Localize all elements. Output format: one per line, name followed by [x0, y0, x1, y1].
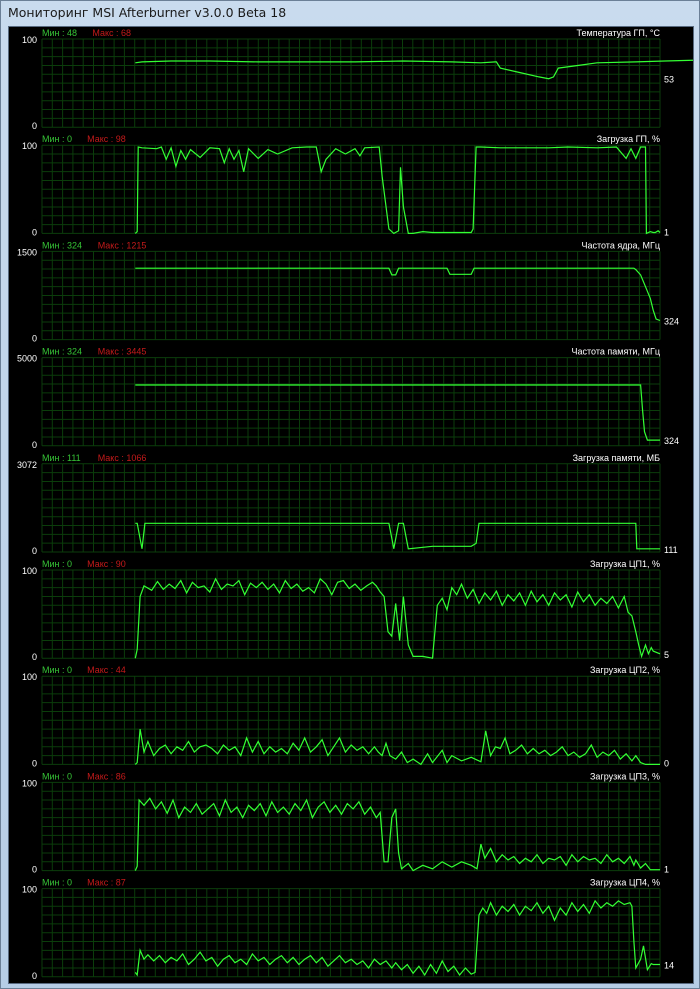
graph-current-value: 5	[664, 650, 669, 660]
graph-current-value: 324	[664, 317, 679, 327]
graph-grid	[41, 781, 661, 872]
app-window: Мониторинг MSI Afterburner v3.0.0 Beta 1…	[0, 0, 700, 989]
graph-panel-mem-clock[interactable]: Мин : 324 Макс : 3445 Частота памяти, МГц 5…	[17, 347, 679, 450]
graph-line	[134, 577, 661, 659]
graph-min-label: Мин : 0	[42, 665, 72, 675]
graph-line	[134, 145, 661, 235]
graph-line	[135, 522, 660, 550]
graph-grid	[41, 569, 661, 659]
graph-ymin-label: 0	[32, 865, 37, 875]
graph-ymin-label: 0	[32, 227, 37, 237]
graph-min-label: Мин : 0	[42, 878, 72, 888]
graph-grid	[41, 463, 661, 553]
graph-max-label: Макс : 68	[92, 28, 131, 38]
graph-ymax-label: 100	[22, 778, 37, 788]
graph-ymax-label: 100	[22, 141, 37, 151]
graph-title: Частота памяти, МГц	[572, 347, 660, 357]
graph-line	[134, 899, 660, 977]
graph-ymax-label: 3072	[17, 460, 37, 470]
graph-title: Частота ядра, МГц	[581, 240, 660, 250]
graph-max-label: Макс : 90	[87, 559, 126, 569]
graph-max-label: Макс : 86	[87, 771, 126, 781]
graph-ymin-label: 0	[32, 334, 37, 344]
graph-panel-gpu-load[interactable]: Мин : 0 Макс : 98 Загрузка ГП, % 100 0 1	[22, 134, 669, 237]
graph-grid	[41, 675, 661, 765]
graph-ymin-label: 0	[32, 971, 37, 981]
graph-title: Загрузка ГП, %	[597, 134, 660, 144]
graph-line	[135, 59, 700, 80]
graph-current-value: 324	[664, 436, 679, 446]
graph-min-label: Мин : 0	[42, 771, 72, 781]
graph-min-label: Мин : 0	[42, 559, 72, 569]
window-title: Мониторинг MSI Afterburner v3.0.0 Beta 1…	[8, 5, 287, 20]
title-bar[interactable]: Мониторинг MSI Afterburner v3.0.0 Beta 1…	[1, 1, 699, 25]
graph-ymin-label: 0	[32, 121, 37, 131]
graph-title: Загрузка ЦП3, %	[590, 771, 660, 781]
graph-panel-core-clock[interactable]: Мин : 324 Макс : 1215 Частота ядра, МГц 150…	[17, 240, 679, 343]
graph-ymax-label: 100	[22, 672, 37, 682]
graph-ymin-label: 0	[32, 440, 37, 450]
graph-ymax-label: 100	[22, 35, 37, 45]
graph-max-label: Макс : 44	[87, 665, 126, 675]
graph-panel-cpu3[interactable]: Мин : 0 Макс : 86 Загрузка ЦП3, % 100 0 1	[22, 771, 669, 874]
graph-min-label: Мин : 48	[42, 28, 77, 38]
graph-title: Загрузка ЦП4, %	[590, 878, 660, 888]
graph-current-value: 14	[664, 960, 674, 970]
graph-panel-cpu1[interactable]: Мин : 0 Макс : 90 Загрузка ЦП1, % 100 0 5	[22, 559, 669, 662]
graph-grid	[41, 38, 661, 128]
graph-title: Загрузка памяти, МБ	[573, 453, 660, 463]
graph-max-label: Макс : 1215	[98, 240, 147, 250]
monitoring-graphs-area[interactable]: Мин : 48 Макс : 68 Температура ГП, °С 100 0 5…	[8, 26, 700, 984]
graph-ymin-label: 0	[32, 546, 37, 556]
graph-current-value: 1	[664, 865, 669, 875]
graph-min-label: Мин : 324	[42, 347, 82, 357]
graph-min-label: Мин : 0	[42, 134, 72, 144]
graph-ymax-label: 1500	[17, 247, 37, 257]
graph-title: Загрузка ЦП2, %	[590, 665, 660, 675]
graph-ymin-label: 0	[32, 652, 37, 662]
graph-panel-mem-usage[interactable]: Мин : 111 Макс : 1066 Загрузка памяти, МБ 3…	[17, 453, 678, 556]
graph-grid	[41, 357, 661, 447]
graph-current-value: 0	[664, 758, 669, 768]
graph-panel-cpu2[interactable]: Мин : 0 Макс : 44 Загрузка ЦП2, % 100 0 0	[22, 665, 669, 768]
graph-min-label: Мин : 111	[42, 453, 81, 463]
graph-min-label: Мин : 324	[42, 240, 82, 250]
graph-max-label: Макс : 1066	[98, 453, 147, 463]
graph-panel-cpu4[interactable]: Мин : 0 Макс : 87 Загрузка ЦП4, % 100 0 14	[22, 878, 674, 981]
graph-panel-gpu-temp[interactable]: Мин : 48 Макс : 68 Температура ГП, °С 100 0 5…	[22, 28, 700, 131]
graph-ymax-label: 100	[22, 566, 37, 576]
graph-grid	[41, 888, 661, 978]
graph-title: Температура ГП, °С	[577, 28, 661, 38]
graph-ymax-label: 5000	[17, 354, 37, 364]
graph-ymin-label: 0	[32, 758, 37, 768]
monitoring-graphs-svg: Мин : 48 Макс : 68 Температура ГП, °С10005…	[17, 28, 700, 981]
graph-max-label: Макс : 98	[87, 134, 126, 144]
graph-max-label: Макс : 3445	[98, 347, 147, 357]
graph-title: Загрузка ЦП1, %	[590, 559, 660, 569]
graph-current-value: 53	[664, 75, 674, 85]
graph-grid	[41, 144, 661, 234]
graph-ymax-label: 100	[22, 885, 37, 895]
graph-max-label: Макс : 87	[87, 878, 126, 888]
graph-current-value: 111	[664, 545, 678, 555]
graph-current-value: 1	[664, 227, 669, 237]
graph-grid	[41, 250, 661, 341]
